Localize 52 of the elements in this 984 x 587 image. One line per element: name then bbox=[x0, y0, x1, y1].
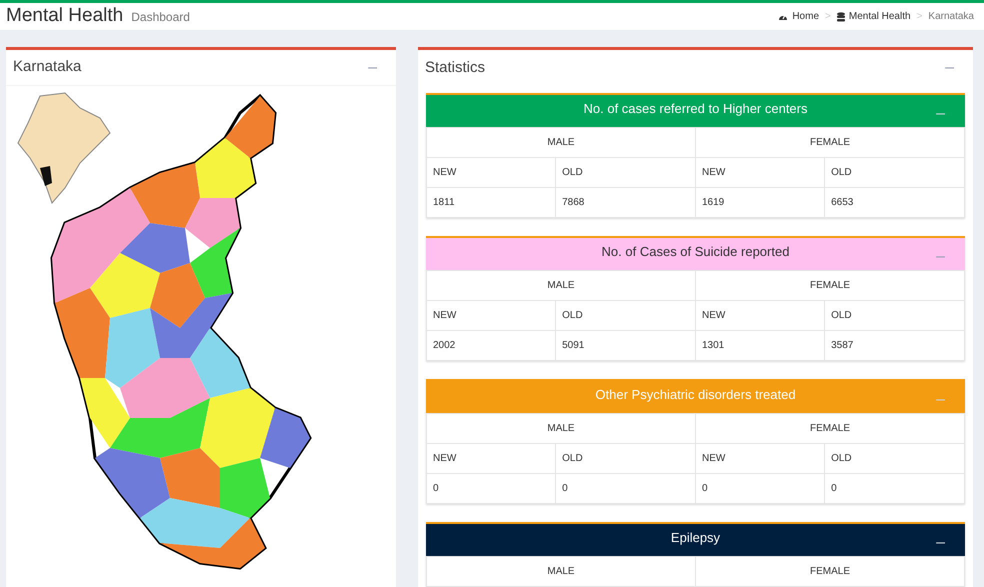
table-cell: OLD bbox=[824, 158, 964, 188]
table-cell: FEMALE bbox=[695, 128, 964, 158]
table-cell: 0 bbox=[695, 474, 825, 504]
card-title: No. of cases referred to Higher centers bbox=[584, 100, 808, 118]
table-cell: 0 bbox=[556, 474, 696, 504]
table-cell: 2002 bbox=[426, 330, 556, 360]
table-cell: 1619 bbox=[695, 188, 825, 218]
table-cell: NEW bbox=[695, 158, 825, 188]
table-cell: NEW bbox=[426, 444, 556, 474]
table-cell: MALE bbox=[426, 270, 696, 300]
card-title: No. of Cases of Suicide reported bbox=[602, 243, 790, 261]
table-cell: FEMALE bbox=[695, 414, 964, 444]
table-cell: OLD bbox=[556, 300, 696, 330]
panel-title: Statistics bbox=[425, 58, 486, 78]
table-cell: 0 bbox=[426, 474, 556, 504]
collapse-button[interactable]: – bbox=[932, 535, 949, 551]
breadcrumb-link[interactable]: Karnataka bbox=[928, 9, 974, 24]
table-cell: 1301 bbox=[695, 330, 825, 360]
page-subtitle: Dashboard bbox=[131, 9, 190, 26]
table-cell: NEW bbox=[695, 300, 825, 330]
table-cell: NEW bbox=[695, 444, 825, 474]
table-cell: 3587 bbox=[824, 330, 964, 360]
table-cell: OLD bbox=[824, 300, 964, 330]
card-title: Epilepsy bbox=[670, 529, 720, 547]
collapse-button[interactable]: – bbox=[364, 60, 381, 76]
database-icon bbox=[836, 12, 845, 22]
breadcrumb-link[interactable]: Mental Health bbox=[848, 9, 911, 24]
table-cell: 7868 bbox=[556, 188, 696, 218]
collapse-button[interactable]: – bbox=[932, 106, 949, 122]
collapse-button[interactable]: – bbox=[932, 249, 949, 265]
separator-text: > bbox=[825, 10, 831, 24]
table-cell: 5091 bbox=[556, 330, 696, 360]
table-cell: NEW bbox=[426, 300, 556, 330]
collapse-button[interactable]: – bbox=[932, 392, 949, 408]
table-cell: MALE bbox=[426, 128, 696, 158]
panel-title: Karnataka bbox=[13, 57, 82, 78]
table-cell: OLD bbox=[556, 158, 696, 188]
table-cell: OLD bbox=[824, 444, 964, 474]
table-cell: FEMALE bbox=[696, 556, 964, 586]
page-title: Mental Health bbox=[6, 4, 124, 28]
breadcrumb-link[interactable]: Home bbox=[792, 9, 820, 24]
table-cell: NEW bbox=[426, 158, 556, 188]
card-title: Other Psychiatric disorders treated bbox=[595, 386, 796, 404]
table-cell: OLD bbox=[556, 444, 696, 474]
table-cell: 6653 bbox=[824, 188, 964, 218]
table-cell: FEMALE bbox=[695, 270, 964, 300]
separator-text: > bbox=[916, 10, 922, 24]
table-cell: 0 bbox=[824, 474, 964, 504]
table-cell: MALE bbox=[426, 414, 696, 444]
table-cell: MALE bbox=[426, 556, 696, 586]
table-cell: 1811 bbox=[426, 188, 556, 218]
collapse-button[interactable]: – bbox=[941, 60, 958, 76]
